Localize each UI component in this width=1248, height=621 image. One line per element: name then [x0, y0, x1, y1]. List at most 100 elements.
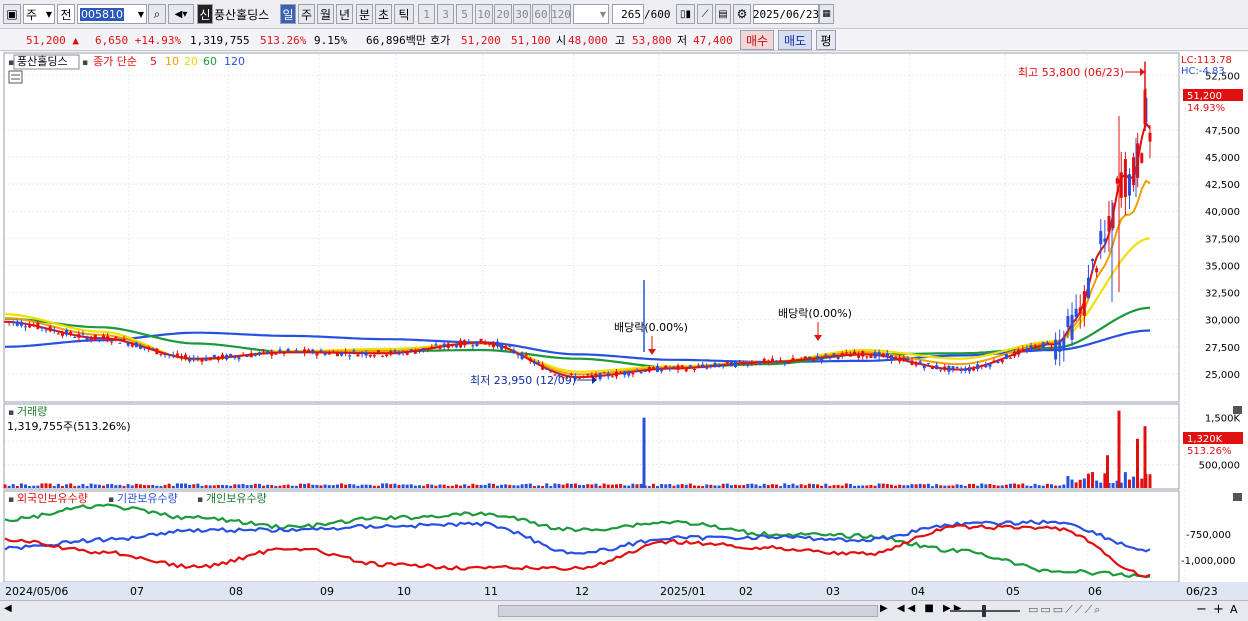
- date-input[interactable]: 2025/06/23: [753, 4, 819, 24]
- volume-bar: [857, 485, 861, 488]
- volume-bar: [110, 484, 114, 488]
- candle-body: [623, 371, 627, 376]
- candle-body: [471, 345, 475, 347]
- period-year[interactable]: 년: [336, 4, 353, 24]
- volume-tick-label: 1,500K: [1205, 414, 1241, 425]
- interval-dropdown[interactable]: ▼: [573, 4, 609, 24]
- candle-body: [717, 364, 721, 368]
- candle-body: [397, 353, 401, 355]
- prev-button[interactable]: 전: [57, 4, 75, 24]
- low-price: 47,400: [693, 33, 733, 47]
- interval-60[interactable]: 60: [532, 4, 550, 24]
- zoom-slider-handle[interactable]: [982, 605, 986, 617]
- volume-bar: [475, 484, 479, 488]
- candle-body: [836, 356, 840, 360]
- candle-icon[interactable]: ▯▮: [676, 4, 695, 24]
- interval-120[interactable]: 120: [551, 4, 571, 24]
- calendar-icon[interactable]: ▦: [819, 4, 834, 24]
- volume-bar: [894, 485, 898, 488]
- volume-bar: [828, 485, 832, 488]
- candle-body: [32, 324, 36, 326]
- volume-bar: [963, 485, 967, 488]
- period-minute[interactable]: 분: [356, 4, 373, 24]
- scrollbar-track[interactable]: [498, 605, 878, 617]
- candle-body: [598, 372, 602, 380]
- volume-bar: [980, 483, 984, 488]
- volume-bar: [734, 484, 738, 488]
- price-label: 종가 단순: [93, 55, 137, 68]
- candle-body: [270, 351, 274, 356]
- volume-bar: [331, 485, 335, 488]
- volume-bar: [775, 484, 779, 488]
- sell-button[interactable]: 매도: [778, 30, 812, 50]
- candle-body: [434, 344, 438, 346]
- volume-bar: [984, 484, 988, 488]
- chart-svg[interactable]: ▪ 풍산홀딩스 ▪ 종가 단순 5 10 20 60 120 ▪ 거래량 1,3…: [0, 52, 1248, 600]
- volume-bar: [795, 485, 799, 488]
- volume-bar: [467, 485, 471, 488]
- font-button[interactable]: A: [1230, 603, 1238, 616]
- zoom-in-button[interactable]: +: [1213, 602, 1224, 617]
- interval-10[interactable]: 10: [475, 4, 493, 24]
- volume-bar: [614, 484, 618, 488]
- interval-3[interactable]: 3: [437, 4, 454, 24]
- code-input[interactable]: 005810 ▼: [77, 4, 147, 24]
- candle-body: [758, 361, 762, 365]
- volume-bar: [840, 485, 844, 488]
- period-tick[interactable]: 틱: [394, 4, 414, 24]
- volume-bar: [647, 485, 651, 488]
- volume-bar: [175, 483, 179, 488]
- interval-20[interactable]: 20: [494, 4, 512, 24]
- volume-bar: [602, 483, 606, 488]
- gear-icon[interactable]: ⚙: [733, 4, 751, 24]
- search-icon[interactable]: ⌕: [148, 4, 166, 24]
- volume-bar: [397, 485, 401, 488]
- period-month[interactable]: 월: [317, 4, 334, 24]
- scroll-left-button[interactable]: ◀: [4, 603, 12, 614]
- period-week[interactable]: 주: [298, 4, 315, 24]
- volume-bar: [294, 485, 298, 488]
- volume-bar: [376, 485, 380, 488]
- candle-body: [1107, 216, 1111, 232]
- eval-button[interactable]: 평: [816, 30, 836, 50]
- candle-body: [413, 351, 417, 354]
- candle-body: [992, 360, 996, 362]
- candle-body: [19, 321, 23, 326]
- speaker-icon[interactable]: ◀▾: [168, 4, 194, 24]
- volume-bar: [216, 484, 220, 488]
- candle-body: [922, 365, 926, 369]
- interval-30[interactable]: 30: [513, 4, 531, 24]
- period-second[interactable]: 초: [375, 4, 392, 24]
- panel-close-icon[interactable]: [1233, 493, 1242, 501]
- volume-bar: [442, 484, 446, 488]
- volume-bar: [914, 484, 918, 488]
- tool-icons[interactable]: ▭▭▭⟋⟋⟋⌕: [1028, 603, 1102, 617]
- volume-bar: [656, 486, 660, 488]
- table-toggle-icon[interactable]: [8, 70, 23, 84]
- candle-body: [976, 364, 980, 370]
- volume-bar: [972, 483, 976, 488]
- layout-icon[interactable]: ▣: [3, 4, 21, 24]
- volume-bar: [1103, 473, 1107, 488]
- high-label: 고: [615, 34, 626, 47]
- interval-1[interactable]: 1: [418, 4, 435, 24]
- chart-type-dropdown[interactable]: 주 ▼: [23, 4, 55, 24]
- candle-body: [1091, 258, 1095, 262]
- candle-body: [1070, 314, 1074, 340]
- volume-bar: [89, 483, 93, 488]
- playback-controls[interactable]: ▶ ◀◀ ■ ▶▶: [880, 603, 964, 614]
- draw-icon[interactable]: ⟋: [697, 4, 713, 24]
- count-input[interactable]: 265: [612, 4, 644, 24]
- volume-bar: [1000, 485, 1004, 488]
- candle-body: [853, 351, 857, 355]
- volume-bar: [1148, 474, 1152, 488]
- volume-bar: [118, 484, 122, 488]
- period-day[interactable]: 일: [280, 4, 296, 24]
- candle-body: [988, 363, 992, 367]
- zoom-out-button[interactable]: −: [1196, 602, 1207, 617]
- volume-peak-bar: [642, 417, 646, 488]
- buy-button[interactable]: 매수: [740, 30, 774, 50]
- interval-5[interactable]: 5: [456, 4, 473, 24]
- candle-body: [861, 351, 865, 357]
- save-icon[interactable]: ▤: [715, 4, 731, 24]
